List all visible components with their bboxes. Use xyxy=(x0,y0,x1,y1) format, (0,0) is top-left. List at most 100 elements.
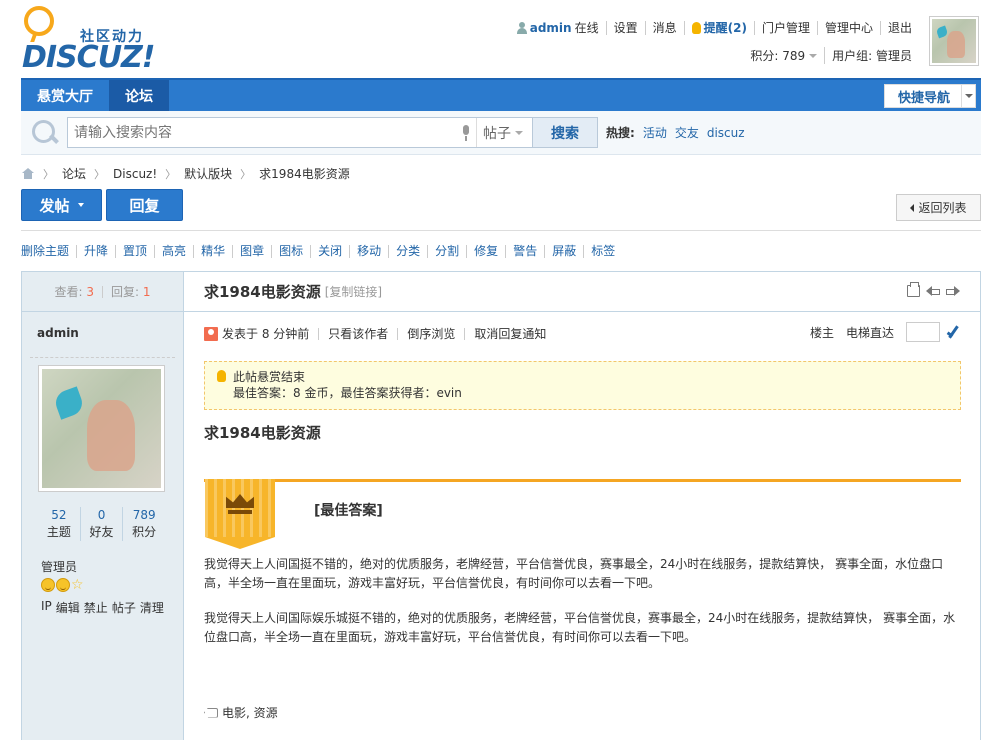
print-icon[interactable] xyxy=(907,282,920,297)
mod-action[interactable]: 置顶 xyxy=(115,245,154,258)
post-container: 查看: 3 回复: 1 admin 52 主题 0 好友 789 积分 管理员 xyxy=(21,271,981,740)
hot-search-link[interactable]: discuz xyxy=(707,126,745,140)
microphone-icon[interactable] xyxy=(458,118,476,147)
portal-admin-link[interactable]: 门户管理 xyxy=(753,21,817,35)
mod-action[interactable]: 分类 xyxy=(388,245,427,258)
thread-title: 求1984电影资源 xyxy=(204,283,321,301)
mod-action[interactable]: 图章 xyxy=(232,245,271,258)
reverse-order-link[interactable]: 倒序浏览 xyxy=(397,327,464,340)
floor-input[interactable] xyxy=(906,322,940,342)
moderation-toolbar: 删除主题 升降 置顶 高亮 精华 图章 图标 关闭 移动 分类 分割 修复 警告… xyxy=(21,245,622,258)
cancel-reply-notice-link[interactable]: 取消回复通知 xyxy=(464,327,555,340)
thread-title-row: 求1984电影资源 [复制链接] xyxy=(184,272,980,312)
mod-action[interactable]: 警告 xyxy=(505,245,544,258)
only-author-link[interactable]: 只看该作者 xyxy=(318,327,397,340)
author-action[interactable]: 禁止 xyxy=(84,599,108,616)
back-to-list-button[interactable]: 返回列表 xyxy=(896,194,981,221)
author-stat-credits[interactable]: 789 积分 xyxy=(122,507,165,541)
new-post-button[interactable]: 发帖 xyxy=(21,189,102,221)
author-name[interactable]: admin xyxy=(30,312,175,358)
hot-search-link[interactable]: 活动 xyxy=(643,124,667,141)
bounty-notice: 此帖悬赏结束 最佳答案：8 金币，最佳答案获得者：evin xyxy=(204,361,961,410)
new-post-label: 发帖 xyxy=(39,196,70,215)
mod-action[interactable]: 图标 xyxy=(271,245,310,258)
remind-link[interactable]: 提醒(2) xyxy=(683,21,754,35)
breadcrumb-separator-icon: 〉 xyxy=(43,167,54,181)
quick-nav-button[interactable]: 快捷导航 xyxy=(884,84,976,108)
hot-search-link[interactable]: 交友 xyxy=(675,124,699,141)
search-input[interactable] xyxy=(68,118,458,147)
usergroup-label: 用户组: 管理员 xyxy=(824,46,919,64)
author-action[interactable]: 编辑 xyxy=(56,599,80,616)
mod-action[interactable]: 删除主题 xyxy=(21,245,76,258)
credits-menu[interactable]: 积分: 789 xyxy=(743,47,824,64)
star-icon: ☆ xyxy=(71,577,84,593)
notice-detail: 最佳答案：8 金币，最佳答案获得者：evin xyxy=(233,386,462,400)
discuz-logo[interactable]: 社区动力 DISCUZ! xyxy=(20,6,160,75)
breadcrumb-item[interactable]: 默认版块 xyxy=(184,165,232,182)
post-meta: 发表于 8 分钟前 只看该作者 倒序浏览 取消回复通知 xyxy=(204,325,555,342)
home-icon[interactable] xyxy=(21,167,35,180)
nav-item-bounty-hall[interactable]: 悬赏大厅 xyxy=(21,80,109,111)
logo-bubble-icon xyxy=(24,6,54,36)
online-status[interactable]: 在线 xyxy=(575,21,599,35)
header-avatar[interactable] xyxy=(929,16,979,66)
search-type-label: 帖子 xyxy=(483,125,511,142)
search-button[interactable]: 搜索 xyxy=(532,117,598,148)
search-type-select[interactable]: 帖子 xyxy=(476,118,532,147)
best-answer-paragraph: 我觉得天上人间国挺不错的，绝对的优质服务，老牌经营，平台信誉优良，赛事最全，24… xyxy=(204,557,944,590)
chevron-left-icon xyxy=(910,203,915,212)
best-answer-label: [最佳答案] xyxy=(314,503,383,519)
mod-action[interactable]: 标签 xyxy=(583,245,622,258)
copy-link[interactable]: [复制链接] xyxy=(325,283,382,300)
mod-action[interactable]: 升降 xyxy=(76,245,115,258)
quick-nav-label: 快捷导航 xyxy=(898,90,951,106)
logout-link[interactable]: 退出 xyxy=(879,21,919,35)
go-icon[interactable] xyxy=(946,325,960,339)
author-stat-friends[interactable]: 0 好友 xyxy=(79,507,123,541)
chevron-down-icon xyxy=(515,130,523,135)
mod-action[interactable]: 分割 xyxy=(427,245,466,258)
author-role[interactable]: 管理员 xyxy=(41,558,77,575)
chevron-down-icon xyxy=(809,54,818,58)
next-thread-icon[interactable] xyxy=(946,285,960,297)
best-answer-paragraph: 我觉得天上人间国际娱乐城挺不错的，绝对的优质服务，老牌经营，平台信誉优良，赛事最… xyxy=(204,611,956,644)
messages-link[interactable]: 消息 xyxy=(644,21,684,35)
breadcrumb-item[interactable]: 论坛 xyxy=(62,165,86,182)
username-link[interactable]: admin xyxy=(530,21,572,35)
reply-button[interactable]: 回复 xyxy=(106,189,183,221)
bulb-icon xyxy=(691,22,701,34)
remind-label: 提醒(2) xyxy=(703,21,747,35)
previous-thread-icon[interactable] xyxy=(926,285,940,297)
search-icon xyxy=(29,115,65,151)
settings-link[interactable]: 设置 xyxy=(605,21,645,35)
online-user-icon xyxy=(204,326,218,341)
author-action[interactable]: IP xyxy=(41,599,52,616)
mod-action[interactable]: 关闭 xyxy=(310,245,349,258)
best-answer-section: [最佳答案] xyxy=(204,479,961,549)
smile-icon xyxy=(56,578,70,592)
breadcrumb-item[interactable]: 求1984电影资源 xyxy=(259,165,350,182)
divider xyxy=(102,285,103,298)
bulb-icon xyxy=(217,370,226,382)
tag-icon xyxy=(204,707,218,718)
divider xyxy=(21,230,981,231)
nav-item-forum[interactable]: 论坛 xyxy=(109,80,169,111)
smile-icon xyxy=(41,578,55,592)
floor-nav: 楼主 电梯直达 xyxy=(810,322,960,342)
post-tags: 电影, 资源 xyxy=(204,704,278,721)
author-avatar[interactable] xyxy=(38,365,165,492)
tag-links[interactable]: 电影, 资源 xyxy=(222,704,278,721)
author-action[interactable]: 清理 xyxy=(140,599,164,616)
hot-search-label: 热搜: xyxy=(606,126,635,140)
mod-action[interactable]: 移动 xyxy=(349,245,388,258)
mod-action[interactable]: 精华 xyxy=(193,245,232,258)
mod-action[interactable]: 修复 xyxy=(466,245,505,258)
mod-action[interactable]: 屏蔽 xyxy=(544,245,583,258)
author-action[interactable]: 帖子 xyxy=(112,599,136,616)
mod-action[interactable]: 高亮 xyxy=(154,245,193,258)
breadcrumb-item[interactable]: Discuz! xyxy=(113,167,157,181)
author-stat-threads[interactable]: 52 主题 xyxy=(38,507,80,541)
back-to-list-label: 返回列表 xyxy=(918,201,967,215)
admin-center-link[interactable]: 管理中心 xyxy=(816,21,880,35)
